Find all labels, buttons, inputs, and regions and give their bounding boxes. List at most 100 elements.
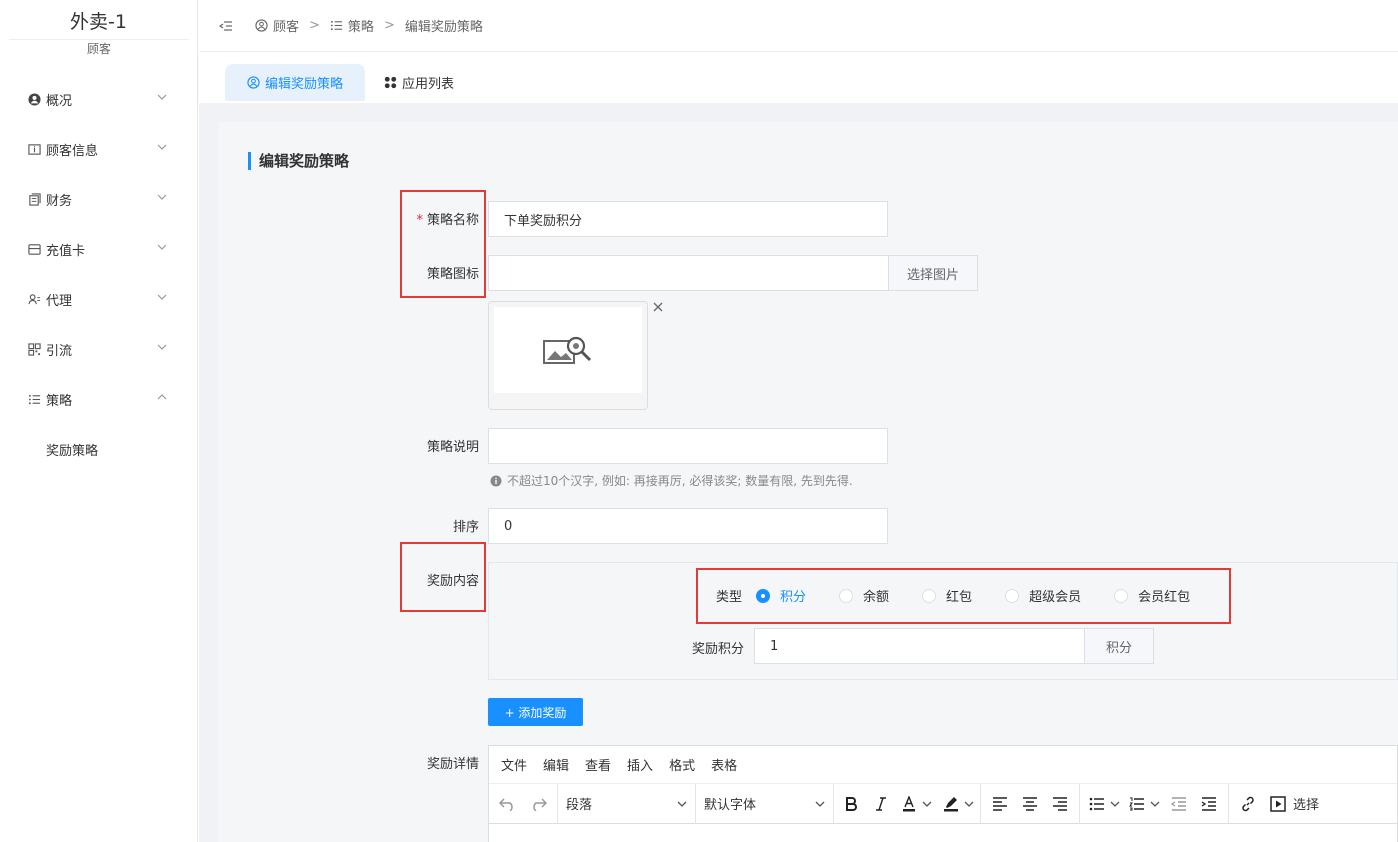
- breadcrumb-item-strategy[interactable]: 策略: [348, 16, 374, 35]
- tab-app-list[interactable]: 应用列表: [367, 64, 476, 101]
- form-card: 编辑奖励策略 * 策略名称 下单奖励积分 策略图标 选择图片 策略说明 不超过1…: [218, 122, 1398, 842]
- indent-icon[interactable]: [1194, 789, 1224, 819]
- list-icon: [330, 20, 342, 31]
- sort-value: 0: [504, 518, 513, 534]
- chevron-down-icon[interactable]: [1110, 799, 1120, 809]
- strategy-desc-input[interactable]: [488, 428, 888, 464]
- main-content: 编辑奖励策略 * 策略名称 下单奖励积分 策略图标 选择图片 策略说明 不超过1…: [199, 103, 1398, 842]
- sidebar-item-label: 引流: [46, 343, 73, 359]
- editor-menu-insert[interactable]: 插入: [627, 755, 653, 774]
- sidebar: 外卖-1 顾客 概况 顾客信息 财务 充值卡 代理 引流 策略 奖励策略: [0, 0, 198, 842]
- sidebar-menu: 概况 顾客信息 财务 充值卡 代理 引流 策略 奖励策略: [0, 74, 198, 474]
- sidebar-item-traffic[interactable]: 引流: [0, 324, 198, 374]
- finance-icon: [27, 192, 41, 206]
- collapse-menu-icon[interactable]: [219, 19, 233, 33]
- align-right-icon[interactable]: [1045, 789, 1075, 819]
- breadcrumb: 顾客 > 策略 > 编辑奖励策略: [255, 16, 483, 35]
- strategy-name-value: 下单奖励积分: [504, 213, 583, 229]
- strategy-name-input[interactable]: 下单奖励积分: [488, 201, 888, 237]
- bold-icon[interactable]: [836, 789, 866, 819]
- radio-super-member[interactable]: 超级会员: [1005, 586, 1081, 605]
- add-reward-button[interactable]: + 添加奖励: [488, 698, 583, 726]
- align-left-icon[interactable]: [985, 789, 1015, 819]
- editor-menubar: 文件 编辑 查看 插入 格式 表格: [489, 746, 1397, 784]
- radio-label: 积分: [780, 590, 807, 605]
- select-image-button[interactable]: 选择图片: [888, 255, 978, 291]
- outdent-icon[interactable]: [1164, 789, 1194, 819]
- radio-member-red-packet[interactable]: 会员红包: [1114, 586, 1190, 605]
- user-circle-icon: [27, 92, 41, 106]
- italic-icon[interactable]: [866, 789, 896, 819]
- sidebar-item-finance[interactable]: 财务: [0, 174, 198, 224]
- sidebar-item-agent[interactable]: 代理: [0, 274, 198, 324]
- editor-menu-file[interactable]: 文件: [501, 755, 527, 774]
- chevron-down-icon: [157, 194, 167, 200]
- chevron-down-icon: [815, 801, 825, 807]
- radio-label: 余额: [863, 590, 890, 605]
- required-mark: *: [416, 213, 423, 228]
- redo-icon[interactable]: [523, 789, 553, 819]
- paragraph-select[interactable]: 段落: [558, 783, 696, 824]
- sidebar-item-customer-info[interactable]: 顾客信息: [0, 124, 198, 174]
- highlight-color-icon[interactable]: [938, 789, 964, 819]
- toolbar-group-text: [834, 783, 981, 824]
- chevron-down-icon[interactable]: [964, 799, 974, 809]
- close-icon[interactable]: [652, 301, 664, 313]
- sidebar-item-label: 概况: [46, 93, 73, 109]
- section-title: 编辑奖励策略: [248, 152, 349, 170]
- toolbar-group-align: [981, 783, 1080, 824]
- link-icon[interactable]: [1233, 789, 1263, 819]
- editor-toolbar: 段落 默认字体 选择: [489, 783, 1397, 824]
- radio-red-packet[interactable]: 红包: [922, 586, 972, 605]
- font-select[interactable]: 默认字体: [696, 783, 834, 824]
- strategy-icon-input[interactable]: [488, 255, 889, 291]
- reward-points-input[interactable]: 1: [754, 628, 1085, 664]
- radio-dot: [839, 588, 854, 603]
- editor-menu-edit[interactable]: 编辑: [543, 755, 569, 774]
- brand: 外卖-1 顾客: [0, 0, 197, 60]
- bullet-list-icon[interactable]: [1084, 789, 1110, 819]
- radio-points[interactable]: 积分: [756, 586, 806, 605]
- chevron-down-icon[interactable]: [922, 799, 932, 809]
- reward-points-unit: 积分: [1084, 628, 1154, 664]
- editor-menu-view[interactable]: 查看: [585, 755, 611, 774]
- tab-edit-reward-strategy[interactable]: 编辑奖励策略: [225, 64, 366, 101]
- sidebar-item-label: 充值卡: [46, 243, 86, 259]
- sort-input[interactable]: 0: [488, 508, 888, 544]
- name-label: * 策略名称: [389, 209, 479, 228]
- chevron-down-icon: [157, 244, 167, 250]
- breadcrumb-item-customer[interactable]: 顾客: [273, 16, 299, 35]
- chevron-down-icon[interactable]: [1150, 799, 1160, 809]
- radio-balance[interactable]: 余额: [839, 586, 889, 605]
- breadcrumb-item-current: 编辑奖励策略: [404, 20, 483, 35]
- numbered-list-icon[interactable]: [1124, 789, 1150, 819]
- sidebar-subitem-reward-strategy[interactable]: 奖励策略: [0, 424, 198, 474]
- breadcrumb-separator: >: [383, 18, 395, 33]
- sidebar-item-strategy[interactable]: 策略: [0, 374, 198, 424]
- sidebar-item-label: 财务: [46, 193, 73, 209]
- name-label-text: 策略名称: [426, 213, 479, 228]
- chevron-down-icon: [157, 344, 167, 350]
- icon-label: 策略图标: [426, 267, 479, 282]
- align-center-icon[interactable]: [1015, 789, 1045, 819]
- editor-menu-table[interactable]: 表格: [711, 755, 737, 774]
- tabs-bar: 编辑奖励策略 应用列表: [199, 52, 1398, 103]
- reward-points-value: 1: [770, 638, 779, 654]
- sidebar-item-recharge-card[interactable]: 充值卡: [0, 224, 198, 274]
- image-search-icon: [543, 336, 592, 364]
- media-icon[interactable]: [1263, 789, 1293, 819]
- topbar: 顾客 > 策略 > 编辑奖励策略: [199, 0, 1398, 52]
- font-color-icon[interactable]: [896, 789, 922, 819]
- brand-subtitle: 顾客: [9, 39, 189, 56]
- breadcrumb-separator: >: [309, 18, 320, 33]
- desc-hint: 不超过10个汉字, 例如: 再接再厉, 必得该奖; 数量有限, 先到先得.: [490, 472, 853, 489]
- tab-label: 应用列表: [402, 77, 455, 92]
- sort-label: 排序: [452, 520, 479, 535]
- choose-button[interactable]: 选择: [1293, 794, 1319, 813]
- undo-icon[interactable]: [493, 789, 523, 819]
- editor-menu-format[interactable]: 格式: [669, 755, 695, 774]
- folder-info-icon: [27, 142, 41, 156]
- card-icon: [27, 242, 41, 256]
- qrcode-icon: [27, 342, 41, 356]
- sidebar-item-overview[interactable]: 概况: [0, 74, 198, 124]
